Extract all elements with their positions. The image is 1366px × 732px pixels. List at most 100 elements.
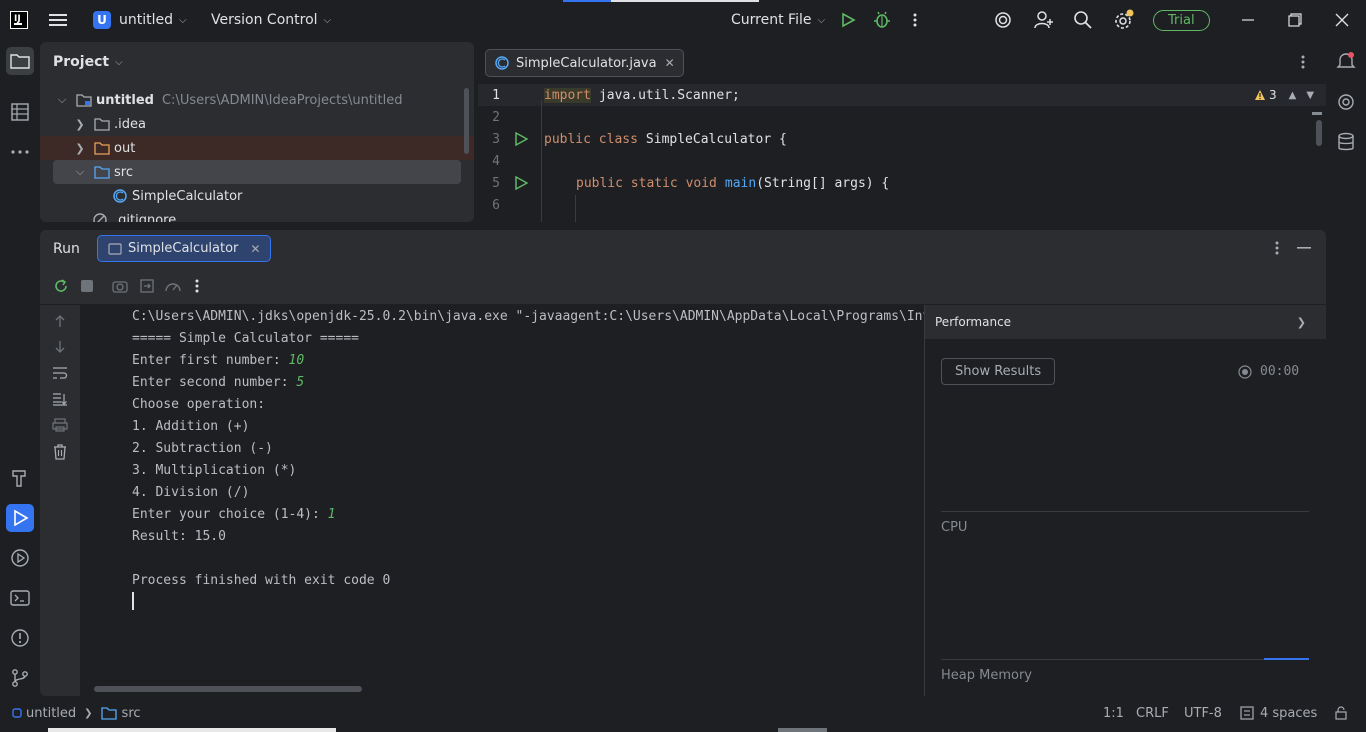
breadcrumb-project[interactable]: untitled	[26, 706, 76, 721]
project-panel-header[interactable]: Project ⌵	[53, 54, 123, 70]
build-tool-icon[interactable]	[6, 464, 34, 492]
more-actions-icon[interactable]	[1300, 54, 1306, 70]
breadcrumb-folder[interactable]: src	[122, 706, 141, 721]
ai-chat-icon[interactable]	[1332, 88, 1360, 116]
settings-icon[interactable]	[1113, 0, 1135, 40]
project-switcher[interactable]: U untitled ⌵	[93, 0, 187, 40]
progress-indicator	[563, 0, 611, 2]
rerun-icon[interactable]	[53, 278, 69, 294]
debug-icon[interactable]	[873, 0, 891, 40]
services-tool-icon[interactable]	[6, 544, 34, 572]
code-line[interactable]: 1 import java.util.Scanner;	[478, 84, 1326, 106]
camera-icon[interactable]	[112, 278, 128, 294]
tree-item-simplecalculator[interactable]: SimpleCalculator	[40, 184, 474, 208]
console-output[interactable]: C:\Users\ADMIN\.jdks\openjdk-25.0.2\bin\…	[80, 305, 924, 696]
console-line: 4. Division (/)	[132, 484, 250, 500]
project-tool-icon[interactable]	[6, 47, 34, 75]
structure-tool-icon[interactable]	[6, 98, 34, 126]
line-number: 5	[492, 175, 500, 191]
right-tool-strip	[1326, 40, 1366, 696]
tree-item-gitignore[interactable]: .gitignore	[40, 208, 474, 222]
root-name: untitled	[96, 92, 154, 108]
run-tab[interactable]: SimpleCalculator ✕	[97, 235, 272, 262]
line-separator[interactable]: CRLF	[1136, 696, 1169, 730]
add-user-icon[interactable]	[1033, 0, 1055, 40]
code-line[interactable]: 2	[478, 106, 1326, 128]
bottom-edge-highlight	[48, 728, 336, 732]
editor-scrollbar[interactable]	[1316, 120, 1322, 146]
close-window-icon[interactable]	[1335, 0, 1349, 40]
git-tool-icon[interactable]	[6, 664, 34, 692]
code-text: (String[] args) {	[756, 175, 890, 191]
print-icon[interactable]	[52, 418, 68, 432]
scroll-to-end-icon[interactable]	[52, 392, 68, 406]
tree-item-idea[interactable]: ❯ .idea	[40, 112, 474, 136]
inspection-widget[interactable]: 3 ▲ ▼	[1254, 88, 1314, 102]
version-control-menu[interactable]: Version Control ⌵	[211, 0, 331, 40]
tree-item-out[interactable]: ❯ out	[40, 136, 474, 160]
console-h-scrollbar[interactable]	[94, 686, 362, 692]
close-tab-icon[interactable]: ✕	[665, 56, 675, 70]
chevron-down-icon[interactable]: ▼	[1306, 90, 1314, 101]
run-tool-icon[interactable]	[6, 504, 34, 532]
app-logo-icon[interactable]: IJ	[10, 0, 28, 40]
exit-icon[interactable]	[139, 278, 155, 294]
lock-icon[interactable]	[1334, 696, 1348, 730]
run-gutter-icon[interactable]	[514, 176, 544, 190]
more-tools-icon[interactable]	[6, 138, 34, 166]
terminal-tool-icon[interactable]	[6, 584, 34, 612]
chevron-up-icon[interactable]: ▲	[1289, 90, 1297, 101]
editor-tab[interactable]: SimpleCalculator.java ✕	[485, 49, 684, 77]
arrow-down-icon[interactable]	[53, 340, 67, 354]
console-line: Result: 15.0	[132, 528, 226, 544]
console-line: C:\Users\ADMIN\.jdks\openjdk-25.0.2\bin\…	[132, 308, 924, 324]
more-actions-icon[interactable]	[1274, 240, 1280, 256]
more-actions-icon[interactable]	[194, 278, 200, 294]
folder-icon	[100, 706, 117, 720]
console-line: Enter first number: 10	[132, 352, 305, 368]
code-line[interactable]: 5 public static void main (String[] args…	[478, 172, 1326, 194]
file-encoding[interactable]: UTF-8	[1184, 696, 1222, 730]
title-bar: IJ U untitled ⌵ Version Control ⌵ Curren…	[0, 0, 1366, 40]
soft-wrap-icon[interactable]	[52, 366, 68, 380]
hide-panel-icon[interactable]	[1297, 247, 1311, 249]
folder-icon	[94, 117, 110, 131]
folder-name: src	[114, 164, 133, 180]
project-name: untitled	[119, 12, 174, 28]
version-control-label: Version Control	[211, 12, 318, 28]
tree-item-root[interactable]: ⌵ untitled C:\Users\ADMIN\IdeaProjects\u…	[40, 88, 474, 112]
chevron-down-icon: ⌵	[57, 93, 67, 106]
chevron-right-icon: ❯	[75, 141, 85, 155]
project-scrollbar[interactable]	[464, 88, 469, 154]
run-gutter-icon[interactable]	[514, 132, 544, 146]
trial-button[interactable]: Trial	[1153, 0, 1210, 40]
restore-icon[interactable]	[1288, 0, 1302, 40]
performance-header[interactable]: Performance ❯	[925, 305, 1326, 339]
cpu-label: CPU	[941, 520, 968, 535]
trash-icon[interactable]	[53, 444, 67, 460]
stop-icon[interactable]	[81, 280, 93, 292]
caret-position[interactable]: 1:1	[1103, 696, 1124, 730]
indent-setting[interactable]: 4 spaces	[1240, 696, 1317, 730]
code-line[interactable]: 3 public class SimpleCalculator {	[478, 128, 1326, 150]
notifications-icon[interactable]	[1332, 47, 1360, 75]
minimize-icon[interactable]	[1241, 0, 1255, 40]
main-menu-icon[interactable]	[48, 0, 68, 40]
run-icon[interactable]	[840, 0, 856, 40]
console-line: 1. Addition (+)	[132, 418, 250, 434]
database-icon[interactable]	[1332, 128, 1360, 156]
close-tab-icon[interactable]: ✕	[250, 242, 260, 256]
problems-tool-icon[interactable]	[6, 624, 34, 652]
show-results-button[interactable]: Show Results	[941, 358, 1056, 385]
more-actions-icon[interactable]	[912, 0, 918, 40]
arrow-up-icon[interactable]	[53, 314, 67, 328]
code-keyword: public class	[544, 131, 638, 147]
line-number: 1	[492, 87, 500, 103]
profiler-icon[interactable]	[164, 278, 182, 294]
code-line[interactable]: 6	[478, 194, 1326, 216]
search-icon[interactable]	[1073, 0, 1093, 40]
tree-item-src[interactable]: ⌵ src	[53, 160, 461, 184]
code-line[interactable]: 4	[478, 150, 1326, 172]
ai-assistant-icon[interactable]	[993, 0, 1013, 40]
run-config-selector[interactable]: Current File ⌵	[731, 0, 825, 40]
